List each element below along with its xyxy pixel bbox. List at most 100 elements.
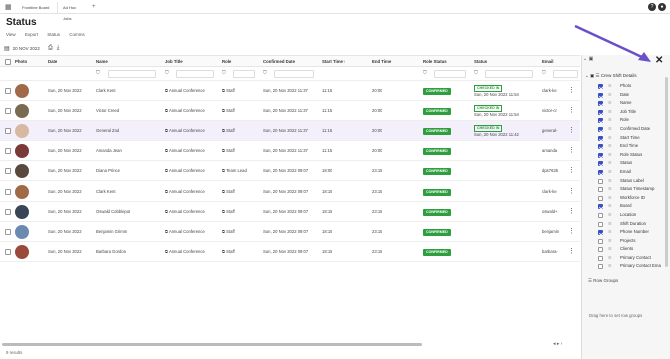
- filter-icon[interactable]: ⛉: [423, 70, 427, 76]
- drag-handle-icon[interactable]: ☰: [608, 177, 612, 186]
- drag-handle-icon[interactable]: ☰: [608, 262, 612, 271]
- kebab-icon[interactable]: ⋮: [568, 101, 575, 121]
- column-checkbox[interactable]: [598, 126, 603, 132]
- scrollbar-thumb[interactable]: [2, 343, 422, 346]
- column-toggle-item[interactable]: ☰ Email: [598, 168, 670, 177]
- table-row[interactable]: Sun, 20 Nov 2022 Clark Kent ⧉ Annual Con…: [0, 182, 580, 202]
- print-icon[interactable]: ⎙: [48, 45, 53, 52]
- kebab-icon[interactable]: ⋮: [568, 182, 575, 202]
- column-checkbox[interactable]: [598, 101, 603, 107]
- cell-role[interactable]: ⧉ Staff: [222, 81, 235, 101]
- kebab-icon[interactable]: ⋮: [568, 121, 575, 141]
- cell-role[interactable]: ⧉ Staff: [222, 121, 235, 141]
- column-toggle-item[interactable]: ☰ Status Label: [598, 177, 670, 186]
- help-icon[interactable]: ?: [648, 3, 656, 11]
- row-checkbox[interactable]: [5, 108, 11, 115]
- filter-job-input[interactable]: [176, 70, 214, 78]
- menu-status[interactable]: Status: [47, 32, 60, 37]
- column-checkbox[interactable]: [598, 212, 603, 218]
- column-toggle-item[interactable]: ☰ End Time: [598, 142, 670, 151]
- row-groups-drop-hint[interactable]: Drag here to set row groups: [589, 313, 642, 318]
- user-icon[interactable]: ●: [658, 3, 666, 11]
- filter-role-status-input[interactable]: [434, 70, 466, 78]
- drag-handle-icon[interactable]: ☰: [608, 185, 612, 194]
- table-row[interactable]: Sun, 20 Nov 2022 Victor Creed ⧉ Annual C…: [0, 101, 580, 122]
- kebab-icon[interactable]: ⋮: [568, 202, 575, 222]
- column-checkbox[interactable]: [598, 144, 603, 150]
- row-checkbox[interactable]: [5, 228, 11, 235]
- column-checkbox[interactable]: [598, 118, 603, 124]
- column-checkbox[interactable]: [598, 264, 603, 270]
- column-toggle-item[interactable]: ☰ Location: [598, 211, 670, 220]
- column-checkbox[interactable]: [598, 92, 603, 98]
- row-checkbox[interactable]: [5, 208, 11, 215]
- drag-handle-icon[interactable]: ☰: [608, 116, 612, 125]
- cell-role[interactable]: ⧉ Staff: [222, 222, 235, 242]
- table-row[interactable]: Sun, 20 Nov 2022 Diana Prince ⧉ Annual C…: [0, 161, 580, 182]
- tab-frontline-board[interactable]: Frontline Board: [17, 2, 55, 13]
- drag-handle-icon[interactable]: ☰: [608, 228, 612, 237]
- drag-handle-icon[interactable]: ☰: [608, 211, 612, 220]
- drag-handle-icon[interactable]: ☰: [608, 254, 612, 263]
- drag-handle-icon[interactable]: ☰: [608, 159, 612, 168]
- column-checkbox[interactable]: [598, 195, 603, 201]
- column-checkbox[interactable]: [598, 135, 603, 141]
- column-toggle-item[interactable]: ☰ Phone Number: [598, 228, 670, 237]
- column-checkbox[interactable]: [598, 221, 603, 227]
- drag-handle-icon[interactable]: ☰: [608, 99, 612, 108]
- drag-handle-icon[interactable]: ☰: [608, 220, 612, 229]
- column-checkbox[interactable]: [598, 238, 603, 244]
- panel-group-header[interactable]: ⌄ ▣ ☰ Crew Shift Details: [585, 73, 637, 79]
- cell-role[interactable]: ⧉ Staff: [222, 101, 235, 121]
- table-row[interactable]: Sun, 20 Nov 2022 General Zod ⧉ Annual Co…: [0, 121, 580, 142]
- column-toggle-item[interactable]: ☰ Job Title: [598, 108, 670, 117]
- calendar-icon[interactable]: ▤: [4, 45, 10, 52]
- table-row[interactable]: Sun, 20 Nov 2022 Barbara Gordon ⧉ Annual…: [0, 242, 580, 262]
- drag-handle-icon[interactable]: ☰: [608, 202, 612, 211]
- column-checkbox[interactable]: [598, 255, 603, 261]
- column-toggle-item[interactable]: ☰ Projects: [598, 237, 670, 246]
- drag-handle-icon[interactable]: ☰: [608, 151, 612, 160]
- row-checkbox[interactable]: [5, 88, 11, 94]
- filter-role-input[interactable]: [233, 70, 255, 78]
- drag-handle-icon[interactable]: ☰: [608, 194, 612, 203]
- column-checkbox[interactable]: [598, 161, 603, 167]
- table-row[interactable]: Sun, 20 Nov 2022 Clark Kent ⧉ Annual Con…: [0, 81, 580, 101]
- close-icon[interactable]: ✕: [655, 55, 663, 66]
- column-toggle-item[interactable]: ☰ Name: [598, 99, 670, 108]
- cell-job[interactable]: ⧉ Annual Conference: [165, 81, 205, 101]
- table-row[interactable]: Sun, 20 Nov 2022 Benjamin Grimm ⧉ Annual…: [0, 222, 580, 242]
- column-checkbox[interactable]: [598, 204, 603, 210]
- drag-handle-icon[interactable]: ☰: [608, 237, 612, 246]
- row-checkbox[interactable]: [5, 248, 11, 255]
- drag-handle-icon[interactable]: ☰: [608, 125, 612, 134]
- drag-handle-icon[interactable]: ☰: [608, 91, 612, 100]
- kebab-icon[interactable]: ⋮: [568, 222, 575, 242]
- menu-export[interactable]: Export: [25, 32, 38, 37]
- kebab-icon[interactable]: ⋮: [568, 242, 575, 262]
- scroll-arrows-icon[interactable]: ◂ ▸ ›: [553, 341, 562, 347]
- filter-icon[interactable]: ⛉: [222, 70, 226, 76]
- add-tab-icon[interactable]: +: [92, 2, 96, 13]
- column-toggle-item[interactable]: ☰ Board: [598, 202, 670, 211]
- filter-icon[interactable]: ⛉: [263, 70, 267, 76]
- column-toggle-item[interactable]: ☰ Status: [598, 159, 670, 168]
- cell-job[interactable]: ⧉ Annual Conference: [165, 222, 205, 242]
- panel-chevron-icon[interactable]: ⌄ ▣: [583, 56, 593, 62]
- column-toggle-item[interactable]: ☰ Clients: [598, 245, 670, 254]
- select-all-checkbox[interactable]: [5, 59, 11, 65]
- column-toggle-item[interactable]: ☰ Primary Contact: [598, 254, 670, 263]
- cell-role[interactable]: ⧉ Staff: [222, 202, 235, 222]
- filter-status-input[interactable]: [485, 70, 533, 78]
- kebab-icon[interactable]: ⋮: [568, 141, 575, 161]
- cell-job[interactable]: ⧉ Annual Conference: [165, 242, 205, 262]
- horizontal-scrollbar[interactable]: ◂ ▸ ›: [0, 341, 580, 347]
- drag-handle-icon[interactable]: ☰: [608, 168, 612, 177]
- tab-ad-hoc-jobs[interactable]: Ad Hoc Jobs: [57, 2, 89, 21]
- column-checkbox[interactable]: [598, 178, 603, 184]
- column-toggle-item[interactable]: ☰ Role: [598, 116, 670, 125]
- column-checkbox[interactable]: [598, 247, 603, 253]
- drag-handle-icon[interactable]: ☰: [608, 245, 612, 254]
- drag-handle-icon[interactable]: ☰: [608, 82, 612, 91]
- row-checkbox[interactable]: [5, 148, 11, 155]
